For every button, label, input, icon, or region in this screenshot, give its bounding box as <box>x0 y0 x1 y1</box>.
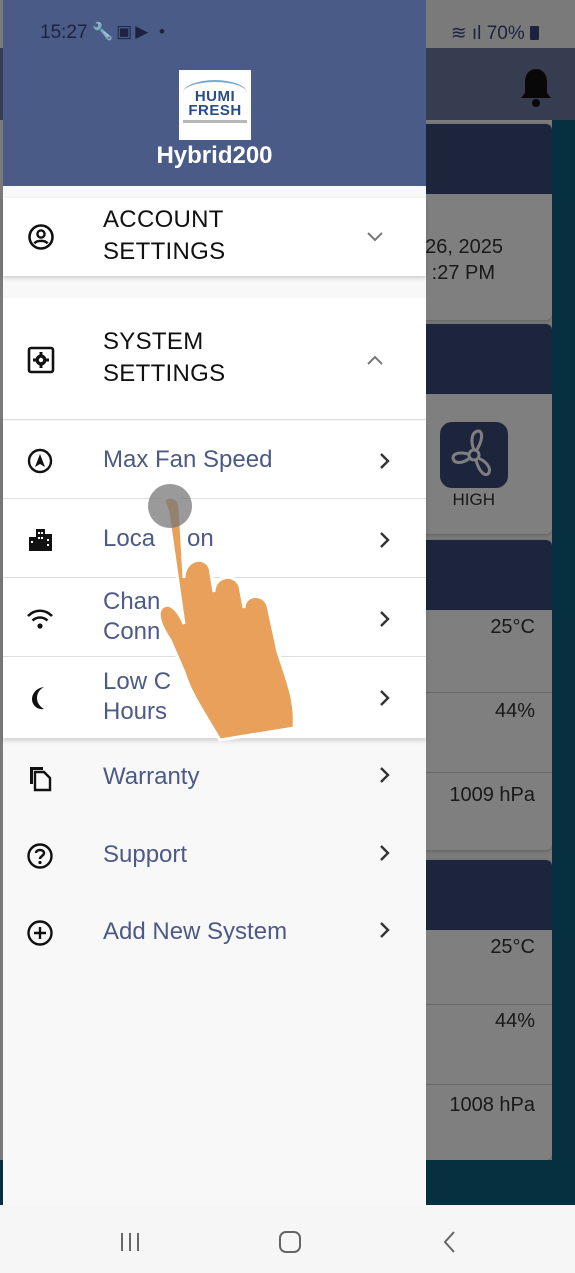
support-item[interactable]: Support <box>3 816 426 894</box>
location-item[interactable]: Loca on <box>3 500 426 578</box>
home-button[interactable] <box>270 1227 310 1257</box>
navigation-compass-icon <box>27 448 53 474</box>
chevron-right-icon <box>380 767 390 783</box>
support-label: Support <box>103 841 188 868</box>
navigation-drawer: HUMI FRESH Hybrid200 ACCOUNT SETTINGS SY… <box>3 0 426 1205</box>
plus-circle-icon <box>27 920 53 946</box>
warranty-item[interactable]: Warranty <box>3 738 426 816</box>
max-fan-speed-label: Max Fan Speed <box>103 446 273 473</box>
battery-icon <box>530 26 539 40</box>
chevron-up-icon <box>367 355 383 365</box>
device-name: Hybrid200 <box>156 142 273 169</box>
system-settings-section[interactable]: SYSTEM SETTINGS <box>3 298 426 420</box>
change-connection-label: Chan Conn <box>103 588 161 645</box>
chevron-right-icon <box>380 845 390 861</box>
system-navigation-bar <box>0 1205 575 1273</box>
low-consumption-hours-item[interactable]: Low C Hours <box>3 658 426 736</box>
location-label: Loca on <box>103 525 214 552</box>
status-right: ≋ ıl 70% <box>451 22 539 45</box>
add-new-system-item[interactable]: Add New System <box>3 893 426 971</box>
help-circle-icon <box>27 843 53 869</box>
change-connection-item[interactable]: Chan Conn <box>3 579 426 657</box>
battery-percent: 70% <box>486 23 525 44</box>
chevron-down-icon <box>367 232 383 242</box>
city-icon <box>29 529 52 551</box>
chevron-right-icon <box>380 453 390 469</box>
chevron-right-icon <box>380 690 390 706</box>
humifresh-logo: HUMI FRESH <box>179 70 251 140</box>
notification-icons: 🔧▣▶ • <box>92 22 168 41</box>
status-time: 15:27 <box>40 22 88 43</box>
low-consumption-hours-label: Low C Hours <box>103 668 172 725</box>
wifi-icon <box>27 609 53 629</box>
max-fan-speed-item[interactable]: Max Fan Speed <box>3 421 426 499</box>
account-settings-label: ACCOUNT SETTINGS <box>103 206 226 265</box>
chevron-right-icon <box>380 611 390 627</box>
gear-box-icon <box>27 346 55 374</box>
status-bar: 15:27 🔧▣▶ • ≋ ıl 70% <box>0 0 575 48</box>
moon-icon <box>32 687 44 710</box>
chevron-right-icon <box>380 532 390 548</box>
back-button[interactable] <box>430 1227 470 1257</box>
add-new-system-label: Add New System <box>103 918 288 945</box>
chevron-right-icon <box>380 922 390 938</box>
copy-icon <box>30 767 52 792</box>
account-circle-icon <box>28 224 54 250</box>
system-settings-label: SYSTEM SETTINGS <box>103 328 226 387</box>
logo-text-line2: FRESH <box>188 102 242 119</box>
wifi-signal-icon: ≋ ıl <box>450 23 482 44</box>
account-settings-section[interactable]: ACCOUNT SETTINGS <box>3 198 426 276</box>
recent-apps-button[interactable] <box>110 1227 150 1257</box>
warranty-label: Warranty <box>103 763 200 790</box>
